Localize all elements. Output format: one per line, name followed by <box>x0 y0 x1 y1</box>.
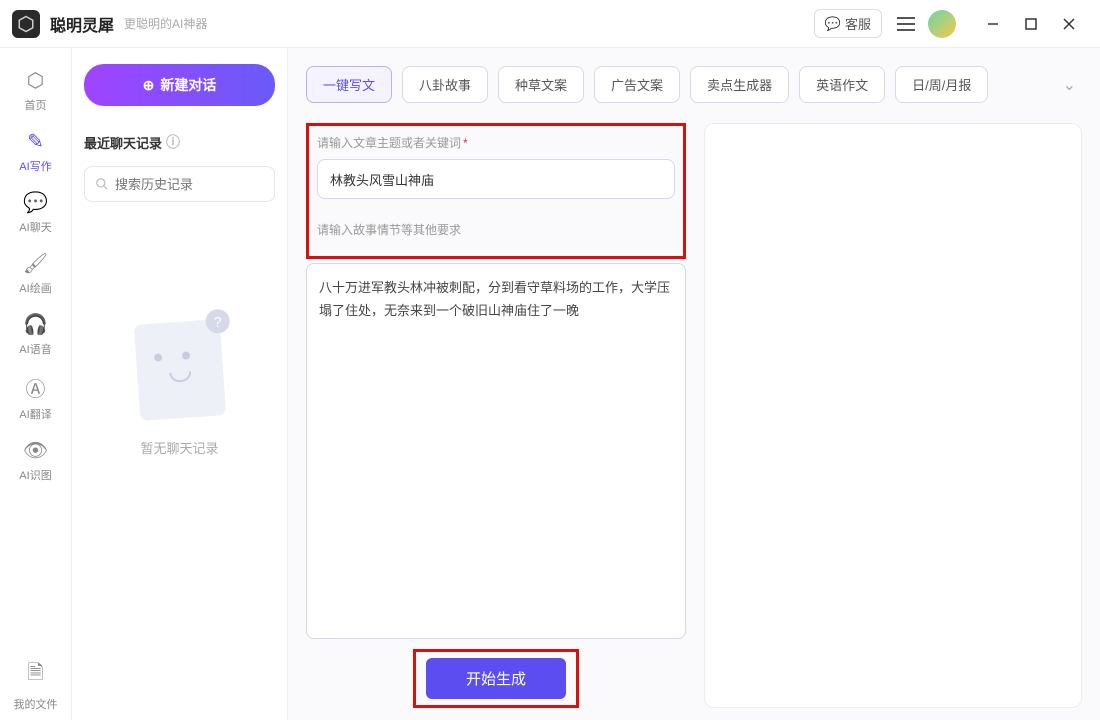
app-title: 聪明灵犀 <box>50 12 114 36</box>
detail-textarea[interactable] <box>306 263 686 639</box>
tab-ad-copy[interactable]: 广告文案 <box>594 66 680 103</box>
search-input[interactable] <box>115 177 291 192</box>
search-icon <box>95 177 109 191</box>
highlight-box-generate: 开始生成 <box>413 649 579 708</box>
sidebar-item-chat[interactable]: 💬 AI聊天 <box>6 182 66 243</box>
recent-header: 最近聊天记录 ⓘ <box>84 132 275 152</box>
hamburger-icon <box>897 17 915 31</box>
home-icon: ⬡ <box>27 68 44 93</box>
window-close-button[interactable] <box>1050 5 1088 43</box>
sidebar-item-label: AI聊天 <box>19 219 51 235</box>
tab-english-essay[interactable]: 英语作文 <box>799 66 885 103</box>
tab-gossip-story[interactable]: 八卦故事 <box>402 66 488 103</box>
sidebar-item-home[interactable]: ⬡ 首页 <box>6 60 66 121</box>
sidebar-item-label: AI翻译 <box>19 406 51 422</box>
sidebar-item-translate[interactable]: Ⓐ AI翻译 <box>6 365 66 430</box>
detail-label: 请输入故事情节等其他要求 <box>317 221 675 238</box>
sidebar-item-draw[interactable]: 🖌 AI绘画 <box>6 243 66 304</box>
empty-illustration-icon: ? <box>133 319 225 421</box>
tab-seeding-copy[interactable]: 种草文案 <box>498 66 584 103</box>
sidebar-item-label: AI语音 <box>19 341 51 357</box>
maximize-icon <box>1024 17 1038 31</box>
sidebar-item-image[interactable]: 👁 AI识图 <box>6 430 66 491</box>
topic-label: 请输入文章主题或者关键词* <box>317 134 675 151</box>
window-minimize-button[interactable] <box>974 5 1012 43</box>
chat-bubble-icon: 💬 <box>23 190 48 215</box>
sidebar-nav: ⬡ 首页 ✎ AI写作 💬 AI聊天 🖌 AI绘画 🎧 AI语音 Ⓐ AI翻译 … <box>0 48 72 720</box>
chat-icon: 💬 <box>825 16 841 32</box>
headphones-icon: 🎧 <box>23 312 48 337</box>
close-icon <box>1062 17 1076 31</box>
sidebar-item-label: AI写作 <box>19 158 51 174</box>
sidebar-item-label: AI识图 <box>19 467 51 483</box>
highlight-box-inputs: 请输入文章主题或者关键词* 请输入故事情节等其他要求 <box>306 123 686 259</box>
tab-selling-point[interactable]: 卖点生成器 <box>690 66 789 103</box>
sidebar-item-label: AI绘画 <box>19 280 51 296</box>
chevron-down-icon: ⌄ <box>1063 77 1076 94</box>
empty-text: 暂无聊天记录 <box>140 438 218 457</box>
tab-report[interactable]: 日/周/月报 <box>895 66 988 103</box>
form-column: 请输入文章主题或者关键词* 请输入故事情节等其他要求 开始生成 <box>306 123 686 708</box>
output-panel <box>704 123 1082 708</box>
titlebar: 聪明灵犀 更聪明的AI神器 💬 客服 <box>0 0 1100 48</box>
topic-input[interactable] <box>317 159 675 199</box>
file-icon: 🗎 <box>27 658 43 692</box>
plus-icon: ⊕ <box>143 77 155 94</box>
customer-service-label: 客服 <box>845 14 871 33</box>
user-avatar[interactable] <box>928 10 956 38</box>
empty-state: ? 暂无聊天记录 <box>84 322 275 704</box>
sidebar-item-label: 首页 <box>25 97 47 113</box>
sidebar-item-files[interactable]: 🗎 我的文件 <box>6 650 66 720</box>
brush-icon: 🖌 <box>23 251 48 276</box>
app-logo-icon <box>12 10 40 38</box>
menu-button[interactable] <box>892 10 920 38</box>
sidebar-item-label: 我的文件 <box>14 696 58 712</box>
app-subtitle: 更聪明的AI神器 <box>124 15 207 32</box>
required-mark: * <box>463 136 468 150</box>
help-icon[interactable]: ⓘ <box>166 132 180 152</box>
main-area: 一键写文 八卦故事 种草文案 广告文案 卖点生成器 英语作文 日/周/月报 ⌄ … <box>288 48 1100 720</box>
tabs-expand-button[interactable]: ⌄ <box>1057 69 1082 101</box>
sidebar-item-writing[interactable]: ✎ AI写作 <box>6 121 66 182</box>
generate-button[interactable]: 开始生成 <box>426 658 566 699</box>
window-maximize-button[interactable] <box>1012 5 1050 43</box>
minimize-icon <box>986 17 1000 31</box>
question-badge-icon: ? <box>205 309 229 333</box>
template-tabs: 一键写文 八卦故事 种草文案 广告文案 卖点生成器 英语作文 日/周/月报 ⌄ <box>306 66 1082 103</box>
new-chat-label: 新建对话 <box>160 75 216 95</box>
search-box[interactable] <box>84 166 275 202</box>
left-panel: ⊕ 新建对话 最近聊天记录 ⓘ ? 暂无聊天记录 <box>72 48 288 720</box>
sidebar-item-voice[interactable]: 🎧 AI语音 <box>6 304 66 365</box>
recent-header-label: 最近聊天记录 <box>84 133 162 152</box>
feather-icon: ✎ <box>27 129 44 154</box>
eye-icon: 👁 <box>23 438 48 463</box>
tab-one-click-write[interactable]: 一键写文 <box>306 66 392 103</box>
translate-icon: Ⓐ <box>26 373 46 402</box>
customer-service-button[interactable]: 💬 客服 <box>814 9 882 38</box>
new-chat-button[interactable]: ⊕ 新建对话 <box>84 64 275 106</box>
